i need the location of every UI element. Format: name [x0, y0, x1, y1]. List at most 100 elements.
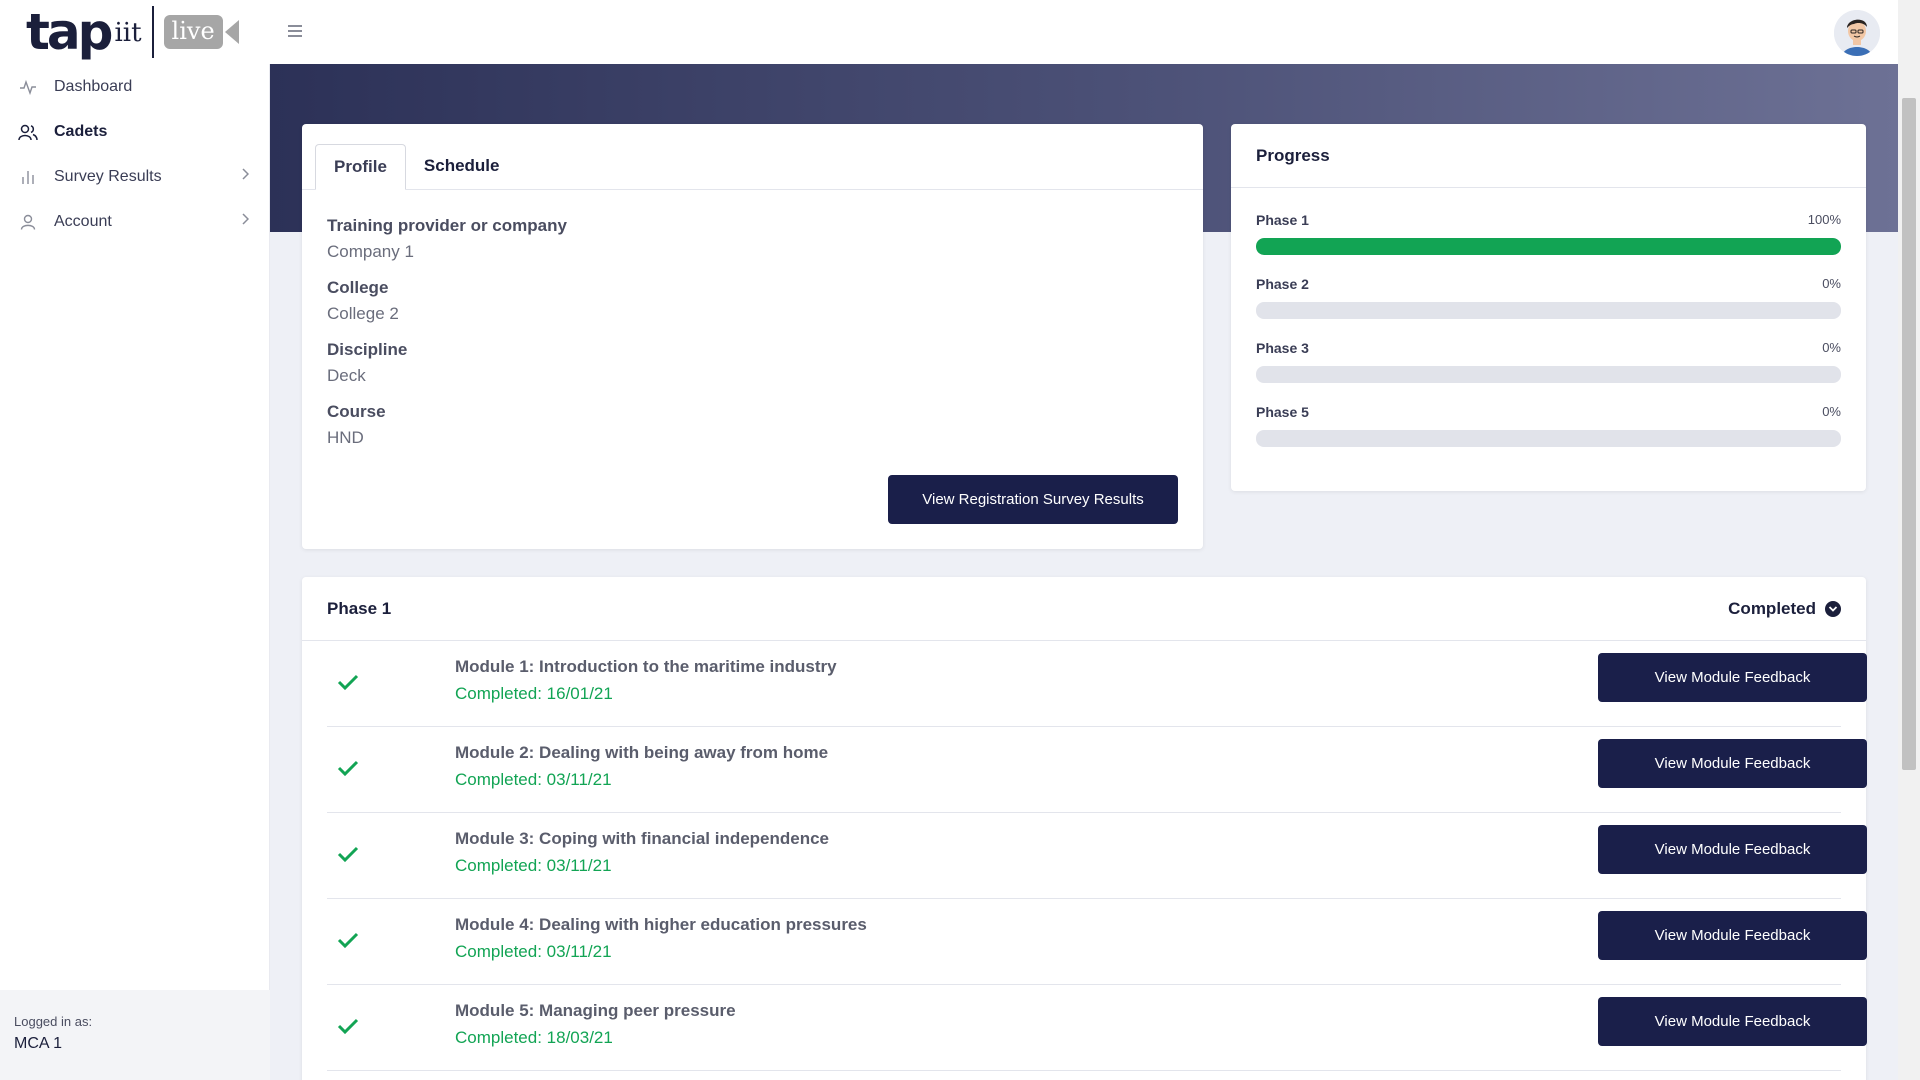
logo-suffix: iit	[114, 18, 142, 48]
view-module-feedback-button[interactable]: View Module Feedback	[1598, 739, 1867, 788]
progress-bar	[1256, 366, 1841, 383]
module-title: Module 3: Coping with financial independ…	[455, 829, 830, 848]
logged-in-panel: Logged in as: MCA 1	[0, 990, 270, 1080]
logged-in-user: MCA 1	[14, 1035, 63, 1052]
module-completed-date: Completed: 03/11/21	[455, 856, 612, 875]
sidebar-item-survey-results[interactable]: Survey Results	[0, 154, 269, 199]
module-title: Module 2: Dealing with being away from h…	[455, 743, 829, 762]
chevron-down-circle-icon	[1825, 600, 1841, 617]
field-college: College College 2	[327, 276, 1178, 328]
progress-phase-row: Phase 2 0%	[1256, 276, 1841, 340]
camera-icon	[224, 20, 239, 44]
progress-bar-fill	[1256, 238, 1841, 255]
phase-header[interactable]: Phase 1 Completed	[302, 577, 1866, 641]
check-icon	[335, 755, 361, 781]
phase-name: Phase 5	[1256, 404, 1309, 420]
field-label: Discipline	[327, 340, 408, 359]
phase-status[interactable]: Completed	[1728, 599, 1841, 619]
tab-schedule[interactable]: Schedule	[406, 143, 518, 189]
phase-name: Phase 2	[1256, 276, 1309, 292]
sidebar: Dashboard Cadets Survey Results Account …	[0, 64, 270, 1080]
sidebar-item-label: Account	[54, 212, 112, 230]
phase-name: Phase 3	[1256, 340, 1309, 356]
module-row: Module 3: Coping with financial independ…	[327, 813, 1867, 899]
progress-bar	[1256, 430, 1841, 447]
phase-percent: 0%	[1822, 276, 1841, 291]
phase-percent: 0%	[1822, 340, 1841, 355]
module-completed-date: Completed: 03/11/21	[455, 770, 612, 789]
sidebar-item-cadets[interactable]: Cadets	[0, 109, 269, 154]
progress-phase-row: Phase 1 100%	[1256, 212, 1841, 276]
sidebar-item-dashboard[interactable]: Dashboard	[0, 64, 269, 109]
module-title: Module 1: Introduction to the maritime i…	[455, 657, 837, 676]
check-icon	[335, 841, 361, 867]
module-row: Module 2: Dealing with being away from h…	[327, 727, 1867, 813]
module-title: Module 4: Dealing with higher education …	[455, 915, 867, 934]
view-module-feedback-button[interactable]: View Module Feedback	[1598, 825, 1867, 874]
field-discipline: Discipline Deck	[327, 338, 1178, 390]
module-title: Module 5: Managing peer pressure	[455, 1001, 736, 1020]
module-completed-date: Completed: 16/01/21	[455, 684, 613, 703]
view-module-feedback-button[interactable]: View Module Feedback	[1598, 653, 1867, 702]
module-row: Module 5: Managing peer pressure Complet…	[327, 985, 1867, 1071]
field-value: HND	[327, 428, 364, 447]
check-icon	[335, 1013, 361, 1039]
field-value: Deck	[327, 366, 366, 385]
progress-title: Progress	[1231, 124, 1866, 188]
phase-name: Phase 1	[1256, 212, 1309, 228]
view-module-feedback-button[interactable]: View Module Feedback	[1598, 911, 1867, 960]
module-completed-date: Completed: 03/11/21	[455, 942, 612, 961]
sidebar-item-account[interactable]: Account	[0, 199, 269, 244]
menu-toggle-icon[interactable]	[288, 25, 302, 37]
field-label: College	[327, 278, 389, 297]
field-value: College 2	[327, 304, 399, 323]
module-list: Module 1: Introduction to the maritime i…	[302, 641, 1867, 1071]
progress-phase-row: Phase 3 0%	[1256, 340, 1841, 404]
view-module-feedback-button[interactable]: View Module Feedback	[1598, 997, 1867, 1046]
view-registration-survey-results-button[interactable]: View Registration Survey Results	[888, 475, 1178, 524]
progress-phase-row: Phase 5 0%	[1256, 404, 1841, 468]
check-icon	[335, 927, 361, 953]
sidebar-item-label: Dashboard	[54, 77, 133, 95]
tapiit-live-logo[interactable]: tap iit live	[26, 6, 239, 58]
logged-in-label: Logged in as:	[14, 1014, 93, 1029]
progress-bar	[1256, 302, 1841, 319]
activity-icon	[18, 77, 38, 97]
progress-bar	[1256, 238, 1841, 255]
module-row: Module 1: Introduction to the maritime i…	[327, 641, 1867, 727]
sidebar-item-label: Survey Results	[54, 167, 162, 185]
logo-divider	[151, 6, 154, 58]
field-value: Company 1	[327, 242, 414, 261]
sidebar-item-label: Cadets	[54, 122, 108, 140]
profile-tabs: Profile Schedule	[302, 124, 1203, 190]
field-label: Training provider or company	[327, 216, 567, 235]
check-icon	[335, 669, 361, 695]
phase-percent: 0%	[1822, 404, 1841, 419]
field-course: Course HND	[327, 400, 1178, 452]
user-avatar[interactable]	[1834, 10, 1880, 56]
progress-card: Progress Phase 1 100% Phase 2 0% Phase 3…	[1231, 124, 1866, 491]
profile-card: Profile Schedule Training provider or co…	[302, 124, 1203, 549]
field-training-provider: Training provider or company Company 1	[327, 214, 1178, 266]
top-bar: tap iit live	[0, 0, 1898, 64]
avatar-illustration-icon	[1834, 10, 1880, 56]
users-icon	[18, 122, 38, 142]
module-row: Module 4: Dealing with higher education …	[327, 899, 1867, 985]
tab-profile[interactable]: Profile	[315, 144, 406, 190]
progress-phase-list: Phase 1 100% Phase 2 0% Phase 3 0% Phase…	[1231, 188, 1866, 468]
chevron-right-icon	[241, 212, 250, 228]
logo-live-badge: live	[163, 15, 239, 49]
phase-status-label: Completed	[1728, 598, 1816, 618]
phase-percent: 100%	[1807, 212, 1841, 227]
page-scrollbar-thumb[interactable]	[1902, 98, 1916, 770]
bar-chart-icon	[18, 167, 38, 187]
logo-live-text: live	[163, 15, 223, 49]
user-icon	[18, 212, 38, 232]
phase-title: Phase 1	[327, 598, 392, 618]
module-completed-date: Completed: 18/03/21	[455, 1028, 613, 1047]
phase-modules-card: Phase 1 Completed Module 1: Introduction…	[302, 577, 1867, 1080]
logo-word: tap	[26, 3, 113, 61]
profile-fields: Training provider or company Company 1 C…	[302, 190, 1203, 452]
chevron-right-icon	[241, 167, 250, 183]
field-label: Course	[327, 402, 386, 421]
